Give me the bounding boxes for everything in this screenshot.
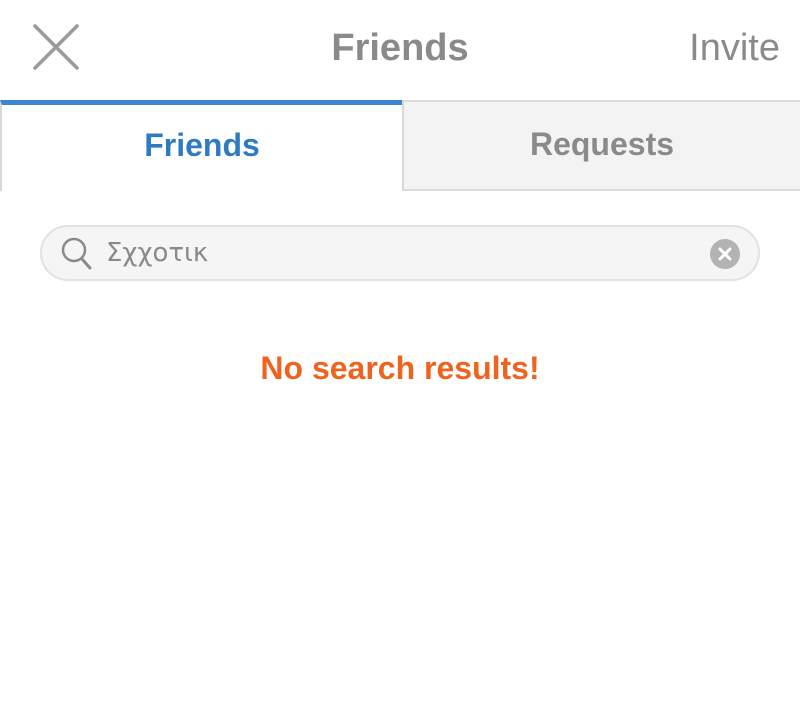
header-bar: Friends Invite [0,0,800,100]
search-input[interactable] [106,233,686,273]
clear-search-button[interactable] [710,239,740,269]
tab-bar: Friends Requests [0,100,800,191]
search-bar [40,225,760,281]
no-results-message: No search results! [260,350,540,386]
invite-button[interactable]: Invite [689,22,780,74]
tab-friends[interactable]: Friends [0,100,402,191]
page-title: Friends [331,27,469,69]
search-icon [61,237,92,270]
tab-requests[interactable]: Requests [402,100,800,191]
clear-icon [710,239,740,269]
friends-screen: Friends Invite Friends Requests No searc… [0,0,800,703]
